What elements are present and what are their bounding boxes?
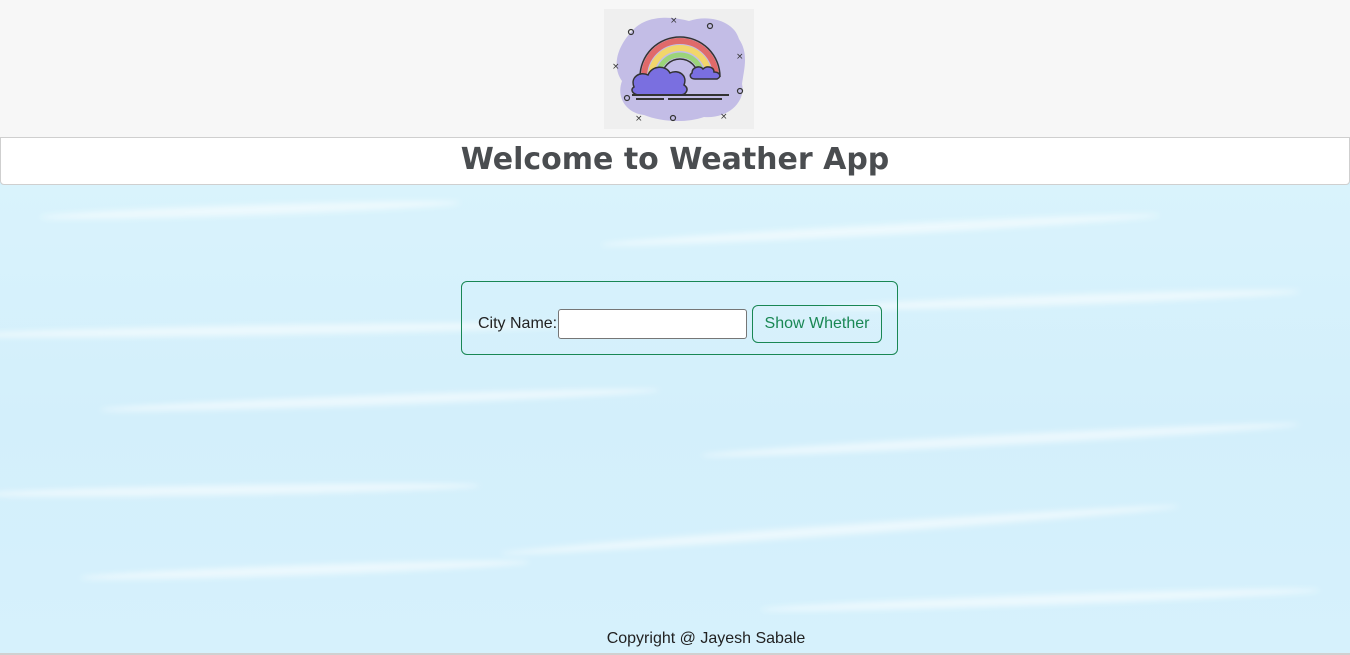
svg-text:×: × [635, 114, 643, 124]
svg-text:×: × [612, 62, 620, 72]
app-header: × × × × × [0, 0, 1350, 138]
city-search-form: City Name: Show Whether [461, 281, 898, 355]
page-title: Welcome to Weather App [460, 142, 890, 177]
svg-text:×: × [720, 112, 728, 122]
svg-text:×: × [670, 16, 678, 26]
sky-background [0, 185, 1350, 655]
city-name-label: City Name: [478, 315, 558, 332]
city-name-input[interactable] [558, 309, 747, 339]
copyright-footer: Copyright @ Jayesh Sabale [606, 630, 806, 647]
svg-text:×: × [736, 52, 744, 62]
show-weather-button[interactable]: Show Whether [752, 305, 882, 343]
rainbow-cloud-icon: × × × × × [604, 9, 754, 129]
title-bar: Welcome to Weather App [0, 137, 1350, 185]
